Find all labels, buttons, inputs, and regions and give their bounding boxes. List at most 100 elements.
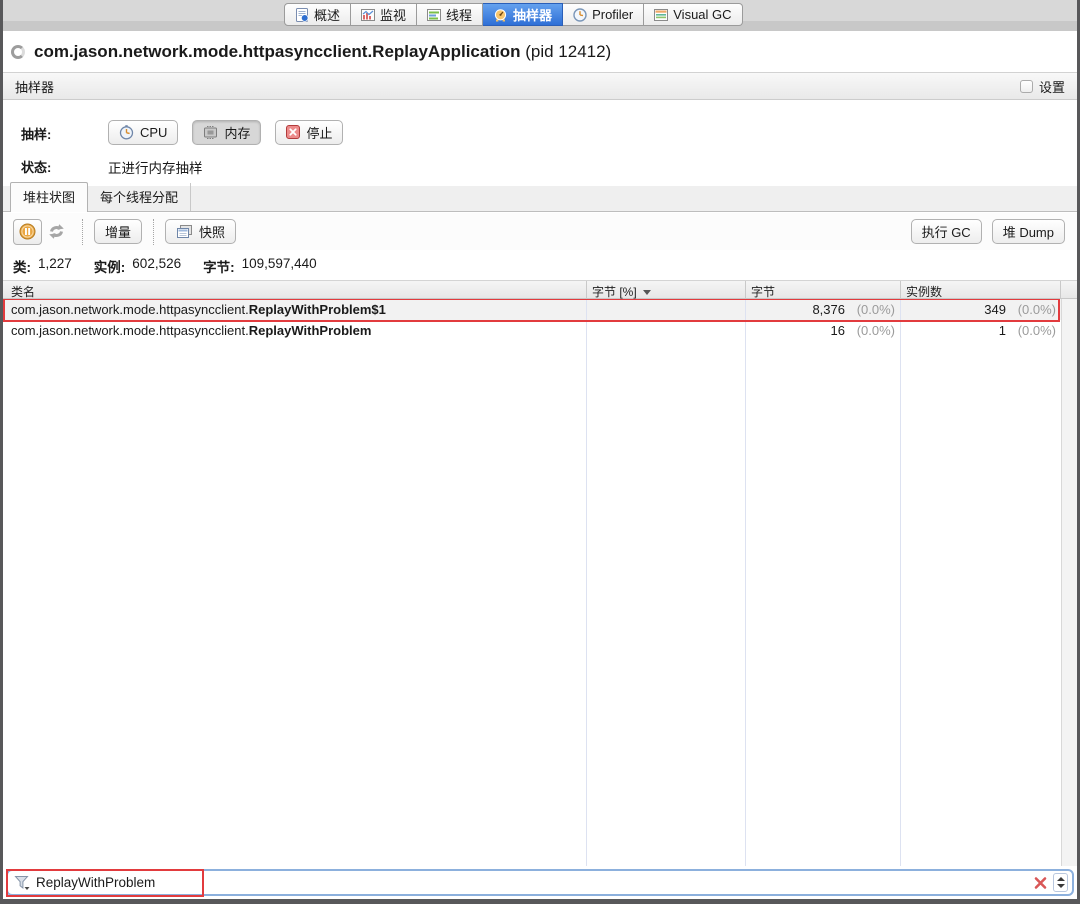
column-separator bbox=[1060, 281, 1061, 298]
class-name-cell: com.jason.network.mode.httpasyncclient.R… bbox=[3, 323, 586, 338]
filter-funnel-icon[interactable] bbox=[14, 875, 31, 891]
bytes-value: 109,597,440 bbox=[241, 255, 317, 271]
instances-cell: 1 (0.0%) bbox=[900, 323, 1061, 338]
tab-threads[interactable]: 线程 bbox=[417, 3, 484, 26]
histogram-toolbar: 增量 快照 执行 GC 堆 Dump bbox=[3, 213, 1077, 250]
bytes-label: 字节: bbox=[203, 259, 235, 275]
bytes-value: 8,376 bbox=[812, 302, 845, 317]
snapshot-icon bbox=[177, 224, 193, 238]
heap-dump-label: 堆 Dump bbox=[1002, 225, 1054, 240]
tab-visualgc-label: Visual GC bbox=[673, 7, 732, 22]
class-prefix: com.jason.network.mode.httpasyncclient. bbox=[11, 302, 249, 317]
tab-per-thread-alloc[interactable]: 每个线程分配 bbox=[88, 183, 192, 211]
sample-row: 抽样: CPU 内存 停止 bbox=[3, 118, 1077, 146]
column-header-bytes-pct-label: 字节 [%] bbox=[592, 285, 637, 299]
classes-stat: 类: 1,227 bbox=[13, 256, 72, 276]
class-filter-field[interactable] bbox=[6, 869, 1074, 896]
status-label: 状态: bbox=[21, 160, 52, 175]
stop-icon bbox=[286, 125, 301, 139]
memory-sample-button[interactable]: 内存 bbox=[192, 119, 262, 145]
cpu-clock-icon bbox=[119, 124, 134, 139]
bytes-cell: 16 (0.0%) bbox=[745, 323, 900, 338]
instances-value: 349 bbox=[984, 302, 1006, 317]
instances-cell: 349 (0.0%) bbox=[900, 302, 1061, 317]
table-header: 类名 字节 [%] 字节 实例数 bbox=[3, 280, 1077, 299]
tab-heap-histogram[interactable]: 堆柱状图 bbox=[10, 182, 89, 212]
tab-threads-label: 线程 bbox=[446, 8, 473, 23]
instances-percent: (0.0%) bbox=[1017, 323, 1056, 338]
grid-line bbox=[900, 299, 901, 866]
tab-overview[interactable]: 概述 bbox=[284, 3, 352, 26]
grid-line bbox=[586, 299, 587, 866]
settings-label: 设置 bbox=[1038, 79, 1065, 95]
tab-sampler-label: 抽样器 bbox=[513, 8, 553, 23]
spinner-icon bbox=[11, 44, 25, 59]
sort-descending-icon bbox=[642, 290, 651, 296]
threads-icon bbox=[427, 8, 442, 21]
delta-button-label: 增量 bbox=[105, 225, 132, 240]
classes-label: 类: bbox=[13, 259, 31, 275]
class-simple-name: ReplayWithProblem bbox=[248, 323, 372, 338]
table-row[interactable]: com.jason.network.mode.httpasyncclient.R… bbox=[3, 299, 1077, 320]
column-separator[interactable] bbox=[900, 281, 901, 298]
heap-summary-row: 类: 1,227 实例: 602,526 字节: 109,597,440 bbox=[3, 252, 317, 279]
instances-label: 实例: bbox=[93, 259, 126, 275]
column-header-bytes[interactable]: 字节 bbox=[751, 283, 775, 300]
column-separator[interactable] bbox=[586, 281, 587, 298]
class-simple-name: ReplayWithProblem$1 bbox=[248, 302, 386, 317]
application-pid: (pid 12412) bbox=[525, 41, 612, 61]
column-header-bytes-pct[interactable]: 字节 [%] bbox=[592, 283, 651, 300]
memory-chip-icon bbox=[204, 125, 218, 139]
settings-toggle[interactable]: 设置 bbox=[1019, 77, 1065, 96]
heap-histogram-table: 类名 字节 [%] 字节 实例数 com.jason.network.mode.… bbox=[3, 280, 1077, 866]
tab-profiler-label: Profiler bbox=[592, 7, 634, 22]
delta-button[interactable]: 增量 bbox=[94, 219, 143, 244]
result-view-tabs: 堆柱状图 每个线程分配 bbox=[3, 182, 1077, 212]
cpu-button-label: CPU bbox=[140, 124, 168, 140]
filter-history-stepper[interactable] bbox=[1053, 873, 1068, 892]
table-body: com.jason.network.mode.httpasyncclient.R… bbox=[3, 299, 1077, 866]
sample-label: 抽样: bbox=[21, 127, 52, 142]
instances-percent: (0.0%) bbox=[1017, 302, 1056, 317]
settings-checkbox[interactable] bbox=[1019, 79, 1033, 93]
filter-input[interactable] bbox=[36, 875, 1028, 890]
tab-sampler[interactable]: 抽样器 bbox=[483, 3, 564, 26]
scrollbar-track[interactable] bbox=[1061, 299, 1077, 866]
pause-button[interactable] bbox=[13, 218, 42, 245]
stop-sampling-button[interactable]: 停止 bbox=[275, 119, 344, 145]
status-row: 状态: 正进行内存抽样 bbox=[3, 153, 1077, 177]
instances-value: 1 bbox=[998, 323, 1006, 338]
table-row[interactable]: com.jason.network.mode.httpasyncclient.R… bbox=[3, 320, 1077, 341]
instances-stat: 实例: 602,526 bbox=[94, 256, 181, 276]
bytes-percent: (0.0%) bbox=[856, 323, 895, 338]
tab-monitor[interactable]: 监视 bbox=[351, 3, 418, 26]
toolbar-separator bbox=[82, 218, 83, 245]
column-header-instances[interactable]: 实例数 bbox=[906, 283, 942, 300]
page-title: com.jason.network.mode.httpasyncclient.R… bbox=[34, 42, 611, 62]
heap-dump-button[interactable]: 堆 Dump bbox=[991, 219, 1065, 244]
stop-button-label: 停止 bbox=[306, 125, 333, 141]
column-header-classname[interactable]: 类名 bbox=[11, 283, 35, 300]
tab-profiler[interactable]: Profiler bbox=[563, 3, 645, 26]
refresh-button[interactable] bbox=[42, 219, 71, 245]
overview-icon bbox=[296, 7, 309, 22]
visualvm-window: 概述 监视 线程 抽样器 Profiler Visual GC com.jaso… bbox=[0, 0, 1080, 904]
class-prefix: com.jason.network.mode.httpasyncclient. bbox=[11, 323, 249, 338]
cpu-sample-button[interactable]: CPU bbox=[108, 119, 179, 145]
classes-value: 1,227 bbox=[38, 255, 72, 271]
bytes-stat: 字节: 109,597,440 bbox=[203, 256, 317, 276]
toolbar-separator bbox=[153, 218, 155, 245]
chevron-down-icon bbox=[1056, 884, 1065, 888]
filter-bar bbox=[3, 866, 1077, 899]
chevron-up-icon bbox=[1056, 877, 1065, 881]
application-class-name: com.jason.network.mode.httpasyncclient.R… bbox=[34, 41, 521, 61]
column-separator[interactable] bbox=[745, 281, 746, 298]
perform-gc-button[interactable]: 执行 GC bbox=[910, 219, 982, 244]
sampler-section-header: 抽样器 设置 bbox=[3, 72, 1077, 100]
clear-filter-icon[interactable] bbox=[1033, 876, 1048, 890]
tab-monitor-label: 监视 bbox=[380, 8, 407, 23]
sampler-section-title: 抽样器 bbox=[15, 79, 55, 95]
snapshot-button[interactable]: 快照 bbox=[165, 219, 237, 244]
visualgc-icon bbox=[654, 8, 669, 21]
tab-visualgc[interactable]: Visual GC bbox=[644, 3, 743, 26]
